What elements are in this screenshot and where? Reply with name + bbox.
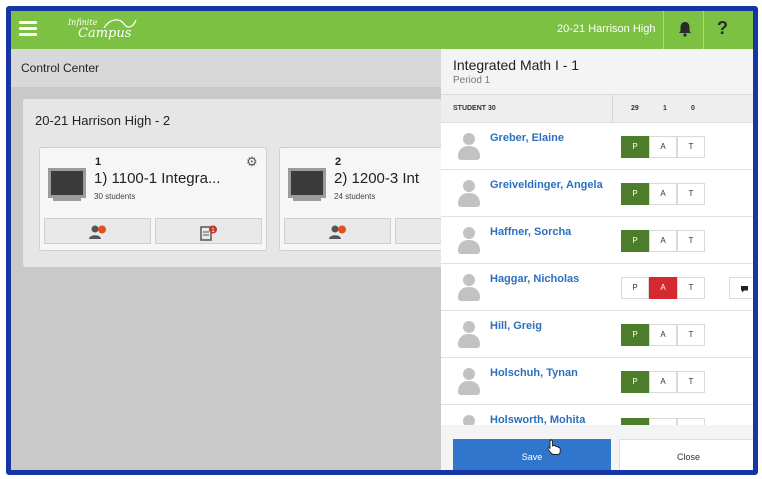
panel-header: Integrated Math I - 1 Period 1 [441, 49, 753, 95]
campus-logo[interactable]: Infinite Campus [68, 16, 146, 44]
school-name[interactable]: 20-21 Harrison High [557, 23, 655, 35]
person-silhouette-icon [457, 368, 481, 396]
chalkboard-icon [48, 168, 86, 201]
bell-icon[interactable] [678, 21, 692, 37]
absent-button[interactable]: A [649, 277, 677, 299]
tardy-button[interactable]: T [677, 277, 705, 299]
absent-button[interactable]: A [649, 136, 677, 158]
student-name-link[interactable]: Holschuh, Tynan [490, 367, 606, 379]
attendance-buttons: PAT [621, 371, 705, 393]
speech-bubble-icon [741, 286, 748, 293]
tardy-button[interactable]: T [677, 371, 705, 393]
attendance-button[interactable] [44, 218, 151, 244]
tardy-count: 0 [691, 105, 695, 112]
present-button[interactable]: P [621, 136, 649, 158]
person-silhouette-icon [457, 227, 481, 255]
tardy-button[interactable]: T [677, 183, 705, 205]
student-row: Hill, Greig P A T [441, 311, 753, 358]
hand-cursor-icon [547, 439, 561, 455]
roster-header: STUDENT 30 29 1 0 [441, 95, 753, 123]
tasks-button[interactable]: 1 [155, 218, 262, 244]
absent-button[interactable]: A [649, 324, 677, 346]
card-class-name[interactable]: 1) 1100-1 Integra... [94, 170, 220, 187]
student-name-link[interactable]: Hill, Greig [490, 320, 606, 332]
topbar-divider [703, 11, 704, 49]
student-row: Holschuh, Tynan P A T [441, 358, 753, 405]
card-student-count: 24 students [334, 192, 376, 201]
student-name-link[interactable]: Greiveldinger, Angela [490, 179, 606, 191]
question-mark-icon[interactable]: ? [717, 18, 728, 39]
tardy-button[interactable]: T [677, 324, 705, 346]
hamburger-icon[interactable] [19, 21, 37, 39]
attendance-buttons: PAT [621, 324, 705, 346]
card-student-count: 30 students [94, 192, 136, 201]
student-row: Greiveldinger, Angela P A T [441, 170, 753, 217]
absent-button[interactable]: A [649, 183, 677, 205]
absent-count: 1 [663, 105, 667, 112]
control-center-bar: Control Center [11, 49, 441, 87]
present-button[interactable]: P [621, 277, 649, 299]
absent-button[interactable]: A [649, 371, 677, 393]
section-title: 20-21 Harrison High - 2 [35, 113, 171, 128]
tardy-button[interactable]: T [677, 230, 705, 252]
tardy-button[interactable]: T [677, 136, 705, 158]
logo-swirl-icon [103, 19, 137, 29]
person-alert-icon [328, 225, 346, 239]
person-silhouette-icon [457, 321, 481, 349]
attendance-buttons: PAT [621, 183, 705, 205]
present-button[interactable]: P [621, 230, 649, 252]
close-button[interactable]: Close [619, 439, 753, 470]
class-card[interactable]: 1 ⚙ 1) 1100-1 Integra... 30 students 1 [39, 147, 267, 251]
attendance-panel: Integrated Math I - 1 Period 1 STUDENT 3… [441, 49, 753, 470]
panel-period: Period 1 [453, 75, 491, 86]
panel-footer: Save Close [441, 425, 753, 470]
student-row: Greber, Elaine P A T [441, 123, 753, 170]
card-class-name[interactable]: 2) 1200-3 Int [334, 170, 419, 187]
person-silhouette-icon [457, 180, 481, 208]
person-silhouette-icon [457, 274, 481, 302]
present-button[interactable]: P [621, 371, 649, 393]
save-button[interactable]: Save [453, 439, 611, 470]
header-divider [612, 95, 613, 123]
comment-button[interactable] [729, 277, 753, 299]
present-count: 29 [631, 105, 639, 112]
school-section: 20-21 Harrison High - 2 1 ⚙ 1) 1100-1 In… [23, 99, 507, 267]
student-row: Haffner, Sorcha P A T [441, 217, 753, 264]
panel-title: Integrated Math I - 1 [453, 57, 580, 73]
absent-button[interactable]: A [649, 230, 677, 252]
attendance-buttons: PAT [621, 136, 705, 158]
student-name-link[interactable]: Haffner, Sorcha [490, 226, 606, 238]
app-frame: Infinite Campus 20-21 Harrison High ? Co… [6, 6, 758, 475]
card-number: 1 [95, 156, 102, 168]
attendance-buttons: PAT [621, 277, 705, 299]
topbar-divider [663, 11, 664, 49]
student-row: Haggar, Nicholas P A T [441, 264, 753, 311]
student-column-header[interactable]: STUDENT 30 [453, 105, 496, 112]
attendance-button[interactable] [284, 218, 391, 244]
person-alert-icon [88, 225, 106, 239]
chalkboard-icon [288, 168, 326, 201]
student-name-link[interactable]: Greber, Elaine [490, 132, 606, 144]
person-silhouette-icon [457, 133, 481, 161]
document-badge-icon: 1 [199, 225, 217, 241]
page-title: Control Center [21, 61, 100, 75]
student-list: Greber, Elaine P A T Greiveldinger, Angela P A… [441, 123, 753, 452]
card-actions: 1 [44, 218, 262, 244]
attendance-buttons: PAT [621, 230, 705, 252]
present-button[interactable]: P [621, 183, 649, 205]
gear-icon[interactable]: ⚙ [246, 154, 258, 170]
top-bar: Infinite Campus 20-21 Harrison High ? [11, 11, 753, 49]
student-name-link[interactable]: Haggar, Nicholas [490, 273, 606, 285]
present-button[interactable]: P [621, 324, 649, 346]
card-number: 2 [335, 156, 342, 168]
